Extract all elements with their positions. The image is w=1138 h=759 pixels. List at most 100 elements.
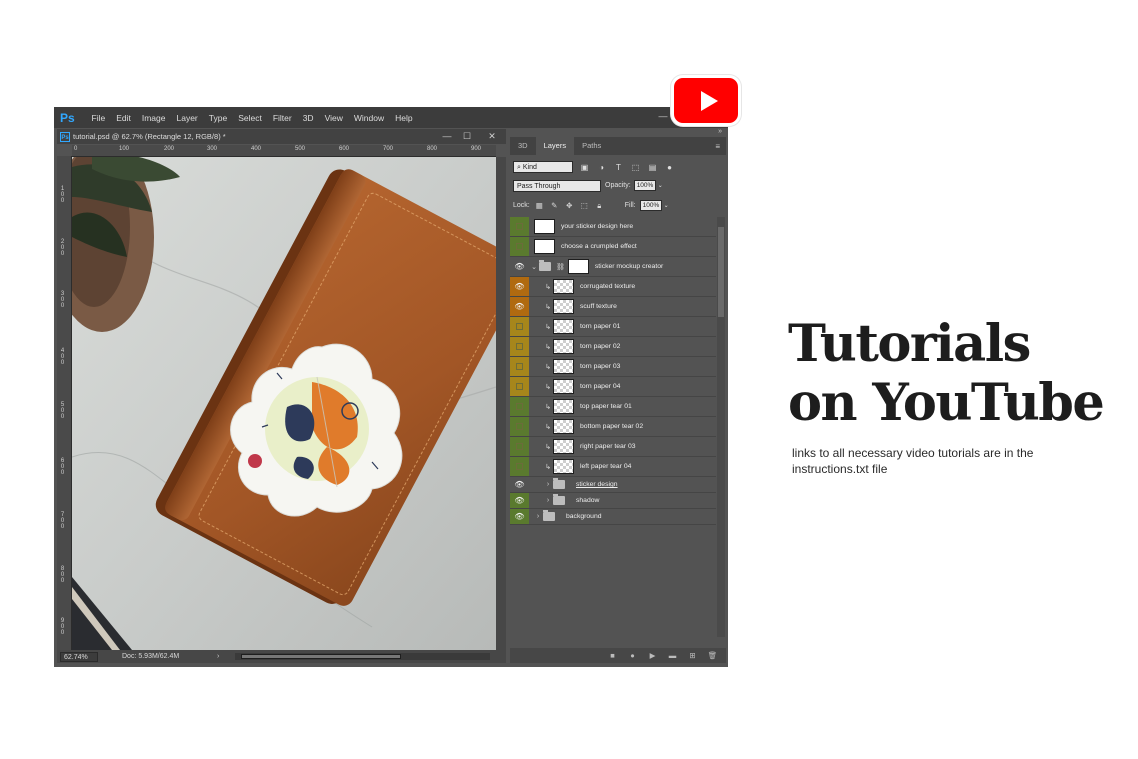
lock-transparency-icon[interactable]: ▦	[534, 200, 545, 211]
layer-group-row[interactable]: 👁︎ › sticker design	[510, 477, 716, 493]
layer-row[interactable]: 👁︎ ↳ scuff texture	[510, 297, 716, 317]
layer-name: corrugated texture	[580, 283, 636, 290]
visibility-toggle[interactable]	[510, 377, 529, 396]
add-mask-icon[interactable]: ▶	[646, 650, 659, 661]
layer-name: left paper tear 04	[580, 463, 632, 470]
menu-help[interactable]: Help	[395, 113, 412, 123]
layer-row[interactable]: your sticker design here	[510, 217, 716, 237]
delete-layer-icon[interactable]: 🗑︎	[706, 650, 719, 661]
status-expand-icon[interactable]: ›	[217, 653, 219, 660]
close-icon[interactable]: ✕	[485, 129, 499, 144]
visibility-toggle[interactable]	[510, 237, 529, 256]
panel-menu-icon[interactable]: ≡	[715, 142, 720, 151]
lock-artboard-icon[interactable]: ⬚	[579, 200, 590, 211]
new-group-icon[interactable]: ▬	[666, 650, 679, 661]
new-layer-icon[interactable]: ⊞	[686, 650, 699, 661]
layer-row[interactable]: ↳ left paper tear 04	[510, 457, 716, 477]
lock-all-icon[interactable]: 🔒︎	[594, 200, 605, 211]
chevron-right-icon[interactable]: ›	[543, 481, 553, 488]
visibility-toggle[interactable]	[510, 357, 529, 376]
menu-filter[interactable]: Filter	[273, 113, 292, 123]
visibility-toggle[interactable]: 👁︎	[510, 477, 529, 492]
kind-filter-dropdown[interactable]: ⌕ Kind	[513, 161, 573, 173]
menu-select[interactable]: Select	[238, 113, 262, 123]
canvas-horizontal-scrollbar[interactable]	[235, 653, 490, 660]
layers-scrollbar[interactable]	[717, 217, 725, 637]
type-filter-icon[interactable]: T	[613, 162, 624, 173]
visibility-toggle[interactable]	[510, 217, 529, 236]
canvas-vertical-scrollbar[interactable]	[496, 157, 506, 650]
document-canvas[interactable]	[72, 157, 496, 650]
fill-field[interactable]: 100%	[639, 200, 662, 211]
panel-collapse-icon[interactable]: »	[718, 128, 722, 135]
scrollbar-thumb[interactable]	[241, 654, 401, 659]
visibility-toggle[interactable]	[510, 397, 529, 416]
pixel-filter-icon[interactable]: ▣	[579, 162, 590, 173]
visibility-toggle[interactable]	[510, 457, 529, 476]
ruler-label: 2 0 0	[60, 239, 65, 257]
minimize-app-button[interactable]: —	[656, 111, 670, 123]
visibility-toggle[interactable]	[510, 437, 529, 456]
layer-row[interactable]: ↳ bottom paper tear 02	[510, 417, 716, 437]
chevron-right-icon[interactable]: ›	[533, 513, 543, 520]
ruler-label: 5 0 0	[60, 402, 65, 420]
add-layer-style-icon[interactable]: ●	[626, 650, 639, 661]
lock-fill-row: Lock: ▦ ✎ ✥ ⬚ 🔒︎ Fill: 100% ⌄	[513, 199, 723, 212]
layer-row[interactable]: choose a crumpled effect	[510, 237, 716, 257]
visibility-toggle[interactable]	[510, 417, 529, 436]
photoshop-logo: Ps	[60, 110, 75, 125]
layer-row[interactable]: ↳ torn paper 02	[510, 337, 716, 357]
layer-row[interactable]: ↳ torn paper 01	[510, 317, 716, 337]
menu-edit[interactable]: Edit	[116, 113, 131, 123]
layer-row[interactable]: ↳ torn paper 03	[510, 357, 716, 377]
visibility-toggle[interactable]: 👁︎	[510, 297, 529, 316]
layer-thumbnail	[553, 419, 574, 434]
ruler-label: 0	[74, 146, 78, 152]
opacity-field[interactable]: 100%	[633, 180, 656, 191]
menu-image[interactable]: Image	[142, 113, 166, 123]
layer-group-row[interactable]: 👁︎ › shadow	[510, 493, 716, 509]
layer-row[interactable]: 👁︎ ⌄ ⛓︎ sticker mockup creator	[510, 257, 716, 277]
chevron-right-icon[interactable]: ›	[543, 497, 553, 504]
layer-row[interactable]: ↳ right paper tear 03	[510, 437, 716, 457]
visibility-off-icon	[516, 343, 523, 350]
adjustment-filter-icon[interactable]: ◑	[596, 162, 607, 173]
menu-layer[interactable]: Layer	[176, 113, 197, 123]
restore-icon[interactable]: ☐	[460, 129, 474, 144]
chevron-down-icon[interactable]: ⌄	[529, 263, 539, 271]
minimize-icon[interactable]: —	[440, 129, 454, 144]
menu-view[interactable]: View	[325, 113, 343, 123]
visibility-toggle[interactable]: 👁︎	[510, 257, 529, 276]
menu-3d[interactable]: 3D	[303, 113, 314, 123]
lock-position-icon[interactable]: ✥	[564, 200, 575, 211]
visibility-toggle[interactable]: 👁︎	[510, 277, 529, 296]
smart-object-filter-icon[interactable]: ▤	[647, 162, 658, 173]
filter-toggle-icon[interactable]: ●	[664, 162, 675, 173]
tab-paths[interactable]: Paths	[574, 137, 609, 155]
fill-dropdown-icon[interactable]: ⌄	[664, 202, 669, 209]
layer-row[interactable]: 👁︎ ↳ corrugated texture	[510, 277, 716, 297]
visibility-toggle[interactable]	[510, 317, 529, 336]
link-layers-icon[interactable]: ■	[606, 650, 619, 661]
visibility-toggle[interactable]	[510, 337, 529, 356]
document-tab[interactable]: Ps tutorial.psd @ 62.7% (Rectangle 12, R…	[57, 129, 506, 144]
lock-pixels-icon[interactable]: ✎	[549, 200, 560, 211]
tab-layers[interactable]: Layers	[535, 137, 575, 155]
visibility-toggle[interactable]: 👁︎	[510, 509, 529, 524]
scrollbar-thumb[interactable]	[718, 227, 724, 317]
visibility-toggle[interactable]: 👁︎	[510, 493, 529, 508]
menu-type[interactable]: Type	[209, 113, 227, 123]
layers-panel: » 3D Layers Paths ≡ ⌕ Kind ▣ ◑ T ⬚ ▤ ● P…	[510, 128, 726, 664]
menu-window[interactable]: Window	[354, 113, 384, 123]
tab-3d[interactable]: 3D	[510, 137, 536, 155]
layer-row[interactable]: ↳ top paper tear 01	[510, 397, 716, 417]
blend-mode-dropdown[interactable]: Pass Through	[513, 179, 601, 192]
shape-filter-icon[interactable]: ⬚	[630, 162, 641, 173]
layer-row[interactable]: ↳ torn paper 04	[510, 377, 716, 397]
clipping-mask-icon: ↳	[545, 343, 551, 351]
zoom-level-field[interactable]: 62.74%	[60, 651, 98, 662]
ruler-label: 1 0 0	[60, 186, 65, 204]
layer-group-row[interactable]: 👁︎ › background	[510, 509, 716, 525]
menu-file[interactable]: File	[92, 113, 106, 123]
opacity-dropdown-icon[interactable]: ⌄	[658, 182, 663, 189]
